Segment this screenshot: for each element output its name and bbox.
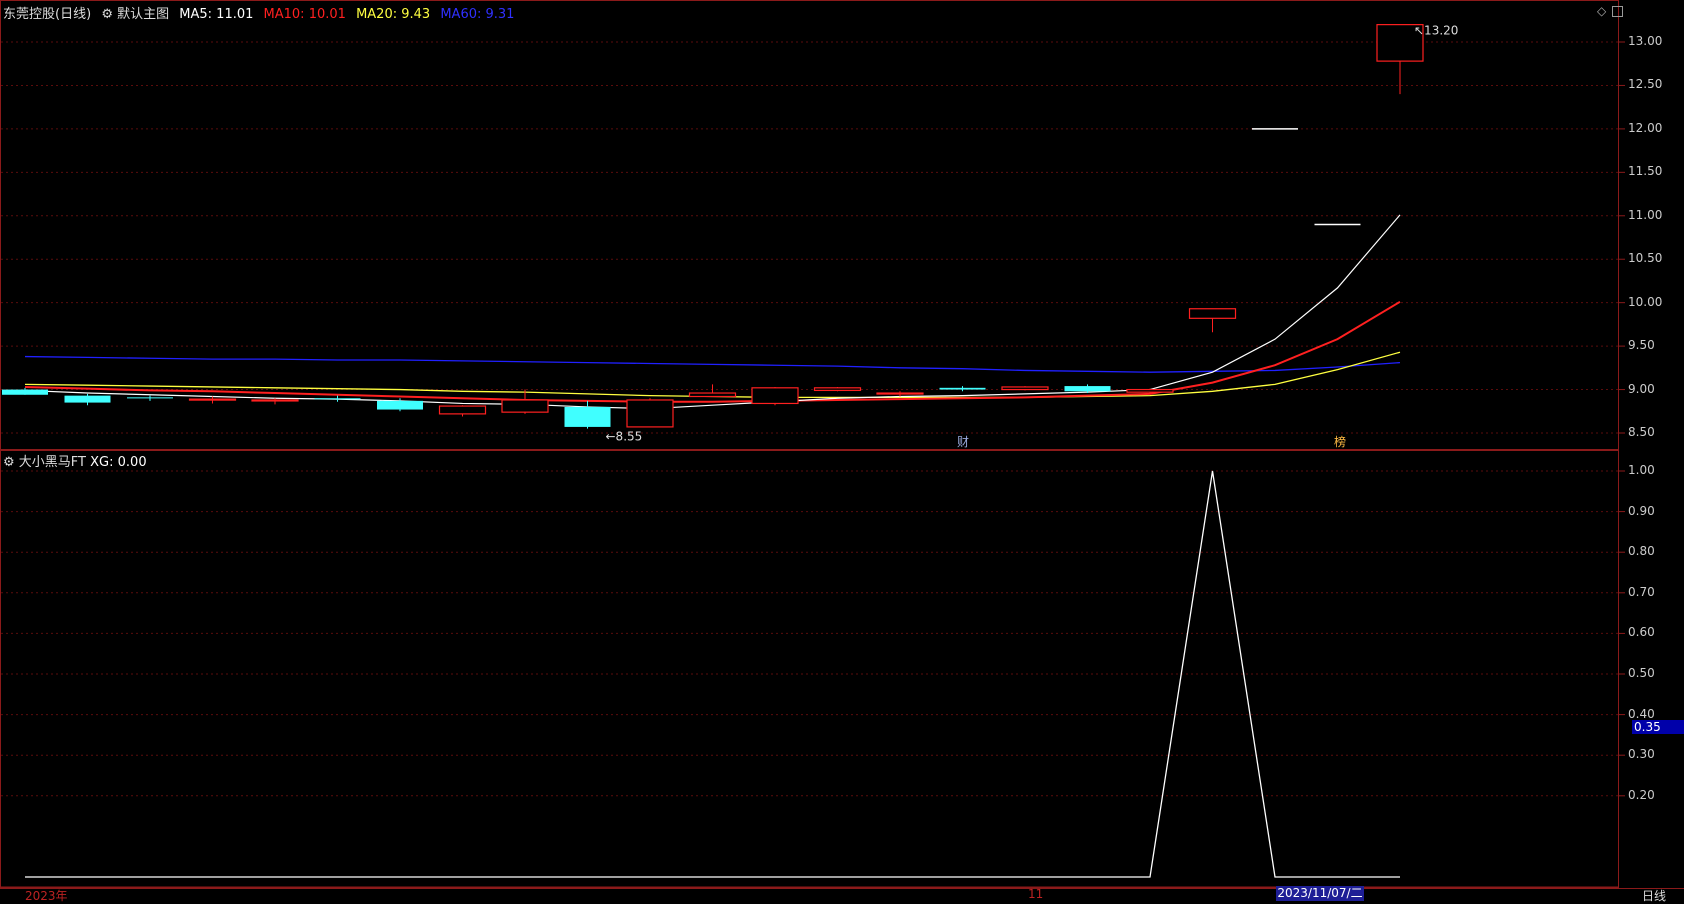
indicator-value-box: 0.35 [1632,720,1684,734]
candle-down [564,406,611,427]
candle-up [688,392,737,398]
high-price-label: ↖13.20 [1414,24,1458,38]
candle-up [813,387,862,392]
candle-up [1001,386,1049,391]
cursor-date: 2023/11/07/二 [1276,886,1364,901]
chart-canvas[interactable]: ↖13.20 ←8.55 财 榜 [0,0,1684,903]
candle-down [1064,386,1111,392]
candle-up [188,398,237,401]
candle-down [939,387,986,390]
candle-up [501,399,549,413]
candle-down [314,398,361,400]
candle-down [2,389,48,395]
candle-down [64,395,111,403]
candle-down [127,397,173,399]
period-tab[interactable]: 日线 [1642,887,1666,904]
candle-up [251,399,299,402]
candle-up [876,392,924,395]
ma60-line [24,355,1401,373]
candle-up [438,405,487,415]
time-axis [0,888,1684,904]
financial-report-marker: 财 [957,435,969,449]
time-axis-month: 11 [1028,887,1044,901]
candle-up [1188,308,1237,319]
candle-up [626,399,674,428]
candle-up [1126,388,1174,393]
candle-down [377,400,423,410]
dragon-tiger-list-marker: 榜 [1334,434,1346,449]
low-price-label: ←8.55 [606,430,643,444]
candle-up [751,387,799,405]
time-axis-year: 2023年 [25,889,68,903]
